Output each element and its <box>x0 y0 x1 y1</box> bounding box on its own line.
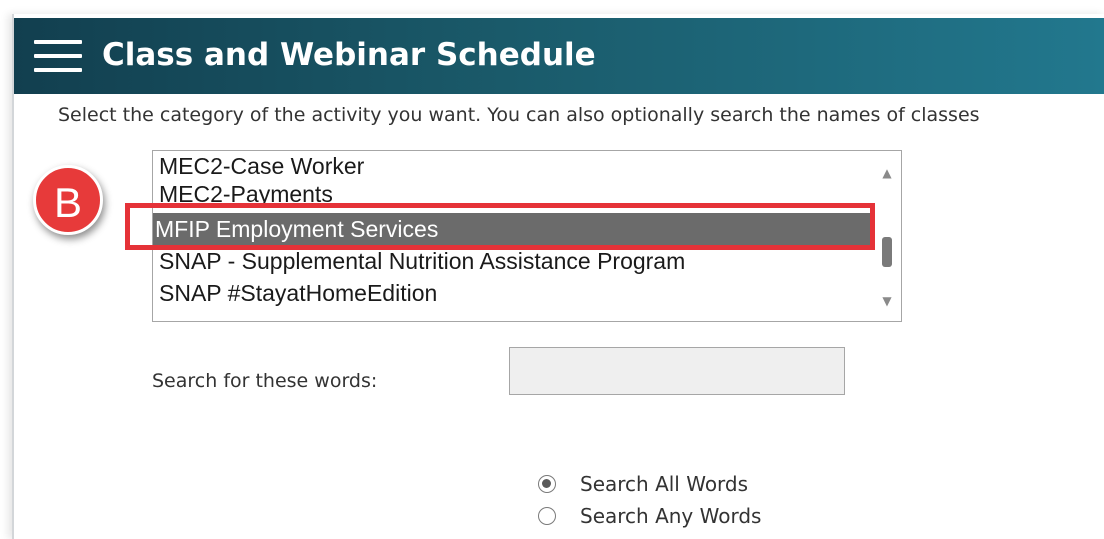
radio-button-checked[interactable] <box>538 475 556 493</box>
category-listbox[interactable]: MEC2-Case Worker MEC2-Payments MFIP Empl… <box>152 150 902 322</box>
list-item-mfip-employment-services[interactable]: MFIP Employment Services <box>153 213 877 245</box>
scroll-down-arrow-icon[interactable]: ▼ <box>873 289 901 313</box>
list-item-snap-stayathomeedition[interactable]: SNAP #StayatHomeEdition <box>153 277 871 309</box>
scroll-thumb[interactable] <box>882 237 892 267</box>
radio-label-all-words: Search All Words <box>580 472 749 496</box>
page-title: Class and Webinar Schedule <box>102 37 596 73</box>
search-label: Search for these words: <box>152 370 378 392</box>
instructions-text: Select the category of the activity you … <box>58 104 980 126</box>
search-input[interactable] <box>509 347 845 395</box>
hamburger-menu-icon[interactable] <box>34 38 82 74</box>
step-b-badge: B <box>33 165 103 235</box>
listbox-scrollbar[interactable]: ▲ ▼ <box>873 151 901 321</box>
scroll-up-arrow-icon[interactable]: ▲ <box>873 161 901 185</box>
page-header: Class and Webinar Schedule <box>14 18 1104 94</box>
list-item-mec2-payments[interactable]: MEC2-Payments <box>153 178 871 210</box>
radio-button-unchecked[interactable] <box>538 507 556 525</box>
list-item-snap-supplemental-nutrition[interactable]: SNAP - Supplemental Nutrition Assistance… <box>153 245 871 277</box>
page: Class and Webinar Schedule Select the ca… <box>0 0 1104 539</box>
schedule-panel: Class and Webinar Schedule Select the ca… <box>12 14 1104 539</box>
radio-label-any-words: Search Any Words <box>580 504 762 528</box>
